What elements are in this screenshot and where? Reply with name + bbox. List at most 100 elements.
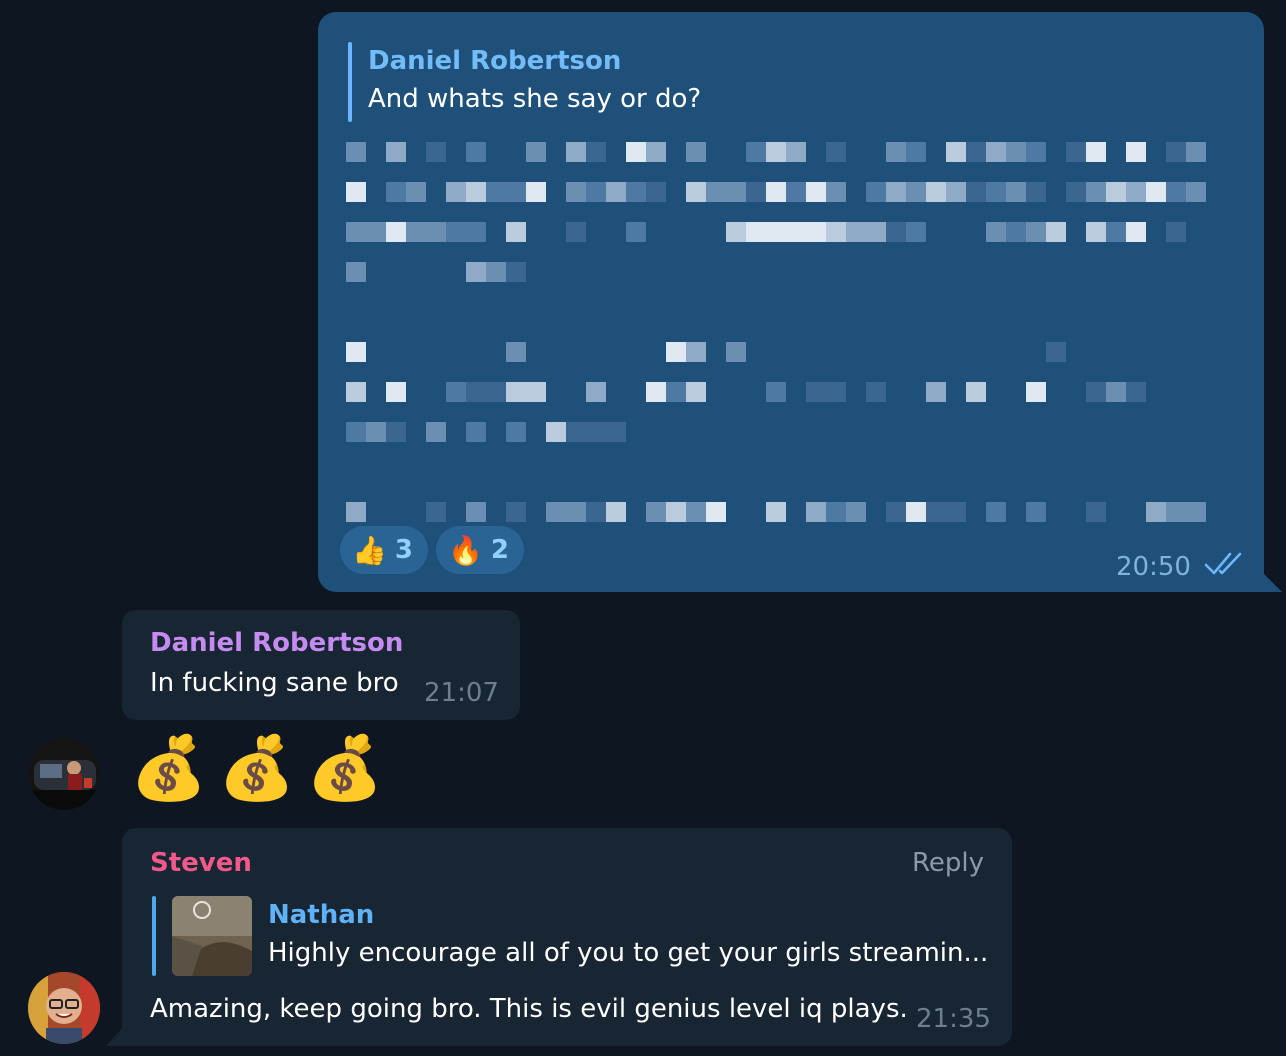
redaction-pixel — [786, 182, 806, 202]
redaction-pixel — [346, 262, 366, 282]
redaction-pixel — [506, 262, 526, 282]
redaction-pixel — [426, 422, 446, 442]
redaction-pixel — [466, 182, 486, 202]
redaction-pixel — [506, 502, 526, 522]
redaction-pixel — [866, 222, 886, 242]
outgoing-message-bubble[interactable]: Daniel Robertson And whats she say or do… — [318, 12, 1264, 592]
redaction-pixel — [706, 502, 726, 522]
redaction-pixel — [1046, 342, 1066, 362]
redaction-pixel — [1166, 182, 1186, 202]
reaction-thumbs-up[interactable]: 👍 3 — [340, 526, 428, 574]
redaction-pixel — [926, 382, 946, 402]
redaction-pixel — [506, 382, 526, 402]
redaction-pixel — [1166, 222, 1186, 242]
redaction-pixel — [646, 382, 666, 402]
redaction-pixel — [1146, 182, 1166, 202]
redaction-pixel — [666, 502, 686, 522]
money-bag-emoji[interactable]: 💰 — [306, 728, 383, 808]
money-bag-emoji[interactable]: 💰 — [218, 728, 295, 808]
redaction-pixel — [686, 182, 706, 202]
redaction-pixel — [446, 222, 466, 242]
thumbs-up-icon: 👍 — [352, 533, 387, 567]
reply-quote-sender[interactable]: Nathan — [268, 900, 374, 930]
avatar[interactable] — [28, 738, 100, 810]
redaction-pixel — [366, 222, 386, 242]
reply-quote-sender[interactable]: Daniel Robertson — [368, 46, 621, 76]
reaction-fire[interactable]: 🔥 2 — [436, 526, 524, 574]
redaction-pixel — [906, 502, 926, 522]
redaction-pixel — [946, 142, 966, 162]
reaction-count: 2 — [490, 535, 509, 565]
redaction-pixel — [386, 222, 406, 242]
reply-button[interactable]: Reply — [912, 848, 984, 878]
redaction-pixel — [966, 382, 986, 402]
redaction-pixel — [1126, 142, 1146, 162]
redaction-pixel — [986, 222, 1006, 242]
redaction-pixel — [906, 222, 926, 242]
redaction-pixel — [486, 382, 506, 402]
message-time: 20:50 — [1116, 552, 1191, 582]
redaction-pixel — [986, 502, 1006, 522]
redaction-pixel — [466, 222, 486, 242]
redaction-pixel — [726, 222, 746, 242]
avatar[interactable] — [28, 972, 100, 1044]
thumbnail-image — [172, 896, 252, 976]
redaction-pixel — [826, 502, 846, 522]
redaction-pixel — [786, 142, 806, 162]
sender-name[interactable]: Steven — [150, 848, 252, 878]
redaction-pixel — [346, 342, 366, 362]
redaction-pixel — [506, 182, 526, 202]
redaction-pixel — [1166, 142, 1186, 162]
redaction-pixel — [1126, 182, 1146, 202]
redaction-pixel — [566, 222, 586, 242]
redaction-pixel — [566, 182, 586, 202]
redaction-pixel — [766, 142, 786, 162]
redaction-pixel — [1106, 182, 1126, 202]
sender-name[interactable]: Daniel Robertson — [150, 628, 403, 658]
redaction-pixel — [1026, 222, 1046, 242]
redaction-pixel — [446, 382, 466, 402]
redaction-pixel — [1106, 382, 1126, 402]
redaction-pixel — [366, 422, 386, 442]
reply-quote-thumbnail[interactable] — [172, 896, 252, 976]
incoming-message-bubble[interactable]: Steven Reply Nathan Highly encourage all… — [122, 828, 1012, 1046]
redaction-pixel — [466, 502, 486, 522]
redaction-pixel — [586, 422, 606, 442]
redaction-pixel — [686, 502, 706, 522]
redaction-pixel — [546, 422, 566, 442]
redaction-pixel — [826, 382, 846, 402]
redaction-pixel — [346, 382, 366, 402]
redaction-pixel — [886, 502, 906, 522]
reply-quote-text[interactable]: And whats she say or do? — [368, 84, 701, 114]
redaction-pixel — [846, 502, 866, 522]
redaction-pixel — [346, 222, 366, 242]
reply-quote-text[interactable]: Highly encourage all of you to get your … — [268, 938, 988, 968]
redaction-pixel — [1086, 182, 1106, 202]
redaction-pixel — [666, 342, 686, 362]
redaction-pixel — [426, 222, 446, 242]
redaction-pixel — [566, 422, 586, 442]
redaction-pixel — [646, 182, 666, 202]
redaction-pixel — [866, 382, 886, 402]
redaction-pixel — [546, 502, 566, 522]
money-bag-emoji[interactable]: 💰 — [130, 728, 207, 808]
redaction-pixel — [586, 142, 606, 162]
incoming-message-bubble[interactable]: Daniel Robertson In fucking sane bro 21:… — [122, 610, 520, 720]
reply-quote-bar — [152, 896, 156, 976]
redaction-pixel — [566, 142, 586, 162]
avatar-photo — [28, 972, 100, 1044]
redaction-pixel — [486, 182, 506, 202]
bubble-tail — [106, 1026, 124, 1046]
redaction-pixel — [886, 182, 906, 202]
redaction-pixel — [626, 222, 646, 242]
redaction-pixel — [526, 382, 546, 402]
redaction-pixel — [746, 182, 766, 202]
redaction-pixel — [986, 182, 1006, 202]
redaction-pixel — [466, 262, 486, 282]
redaction-pixel — [606, 182, 626, 202]
redaction-pixel — [926, 502, 946, 522]
redaction-pixel — [1006, 222, 1026, 242]
message-time: 21:07 — [424, 678, 499, 708]
redaction-pixel — [926, 182, 946, 202]
redaction-pixel — [386, 142, 406, 162]
